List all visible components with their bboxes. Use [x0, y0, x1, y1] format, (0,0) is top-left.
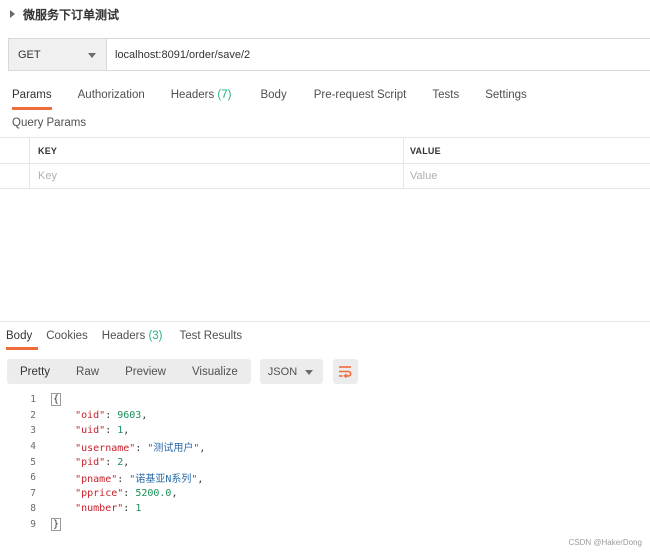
view-raw[interactable]: Raw [63, 366, 112, 378]
line-number: 4 [30, 441, 36, 453]
caret-right-icon[interactable] [10, 10, 15, 18]
code-line: 4 "username": "测试用户", [0, 439, 650, 455]
resp-tab-body[interactable]: Body [6, 326, 39, 350]
params-table: KEY VALUE Key Value [0, 137, 650, 189]
params-empty-row: Key Value [0, 163, 650, 189]
key-header: KEY [38, 145, 58, 156]
method-label: GET [18, 48, 41, 61]
tab-headers-label: Headers [170, 89, 215, 101]
json-key: "uid" [75, 425, 106, 437]
key-header-cell: KEY [30, 138, 404, 163]
line-number: 9 [30, 519, 36, 531]
tab-settings[interactable]: Settings [485, 84, 527, 110]
response-toolbar: Pretty Raw Preview Visualize JSON [7, 359, 358, 384]
method-select[interactable]: GET [9, 39, 107, 70]
json-value: 1 [135, 503, 142, 515]
url-bar: GET localhost:8091/order/save/2 [8, 38, 650, 71]
json-key: "oid" [75, 409, 106, 421]
chevron-down-icon [304, 370, 313, 375]
tab-headers[interactable]: Headers (7) [171, 84, 232, 110]
tab-tests[interactable]: Tests [432, 84, 459, 110]
json-value: 5200.0 [135, 487, 172, 499]
request-name: 微服务下订单测试 [23, 7, 120, 22]
request-tabs: Params Authorization Headers (7) Body Pr… [0, 84, 650, 110]
key-placeholder: Key [38, 170, 57, 182]
key-input[interactable]: Key [30, 164, 404, 188]
wrap-lines-button[interactable] [332, 359, 358, 384]
line-number: 5 [30, 456, 36, 468]
json-key: "number" [75, 503, 124, 515]
resp-tab-cookies[interactable]: Cookies [46, 326, 88, 350]
json-key: "pname" [75, 474, 118, 486]
headers-count: (7) [217, 89, 232, 101]
resp-tab-test-results[interactable]: Test Results [180, 326, 243, 350]
tab-prerequest-script[interactable]: Pre-request Script [314, 84, 407, 110]
line-number: 7 [30, 487, 36, 499]
line-number: 3 [30, 425, 36, 437]
params-header-row: KEY VALUE [0, 137, 650, 163]
response-body[interactable]: 1 { 2 "oid": 9603, 3 "uid": 1, 4 "userna… [0, 392, 650, 532]
line-number: 6 [30, 472, 36, 484]
tab-authorization[interactable]: Authorization [78, 84, 145, 110]
row-checkbox-cell[interactable] [0, 164, 30, 188]
value-header-cell: VALUE [404, 138, 650, 163]
code-line: 2 "oid": 9603, [0, 408, 650, 424]
query-params-title: Query Params [12, 117, 87, 129]
code-line: 6 "pname": "诺基亚N系列", [0, 470, 650, 486]
json-value: "测试用户" [147, 443, 200, 455]
value-header: VALUE [410, 145, 441, 156]
line-number: 2 [30, 409, 36, 421]
chevron-down-icon [88, 53, 96, 58]
panel-divider[interactable] [0, 321, 650, 322]
close-brace: } [51, 518, 62, 532]
wrap-lines-icon [339, 366, 352, 378]
code-line: 7 "pprice": 5200.0, [0, 486, 650, 502]
resp-tab-headers-label: Headers [101, 330, 146, 342]
format-select[interactable]: JSON [259, 359, 323, 384]
json-value: 9603 [117, 409, 142, 421]
request-header[interactable]: 微服务下订单测试 [0, 0, 650, 28]
json-key: "pid" [75, 456, 106, 468]
code-line: 5 "pid": 2, [0, 454, 650, 470]
view-pretty[interactable]: Pretty [7, 366, 63, 378]
value-placeholder: Value [410, 170, 438, 182]
resp-tab-headers[interactable]: Headers (3) [102, 326, 163, 350]
line-number: 8 [30, 503, 36, 515]
url-text: localhost:8091/order/save/2 [115, 48, 251, 61]
json-key: "username" [75, 443, 136, 455]
code-line: 1 { [0, 392, 650, 408]
tab-body[interactable]: Body [260, 84, 286, 110]
view-visualize[interactable]: Visualize [179, 366, 251, 378]
json-key: "pprice" [75, 487, 124, 499]
url-input[interactable]: localhost:8091/order/save/2 [107, 39, 650, 70]
params-lead-cell [0, 138, 30, 163]
code-line: 8 "number": 1 [0, 501, 650, 517]
value-input[interactable]: Value [404, 164, 650, 188]
view-preview[interactable]: Preview [112, 366, 179, 378]
tab-params[interactable]: Params [12, 84, 52, 110]
code-line: 3 "uid": 1, [0, 423, 650, 439]
resp-headers-count: (3) [148, 330, 163, 342]
open-brace: { [51, 393, 62, 407]
watermark: CSDN @HakerDong [568, 538, 642, 547]
response-tabs: Body Cookies Headers (3) Test Results [0, 326, 650, 350]
format-label: JSON [267, 365, 298, 378]
line-number: 1 [30, 394, 36, 406]
code-line: 9 } [0, 517, 650, 533]
view-mode-group: Pretty Raw Preview Visualize [7, 359, 251, 384]
json-value: "诺基亚N系列" [129, 474, 198, 486]
